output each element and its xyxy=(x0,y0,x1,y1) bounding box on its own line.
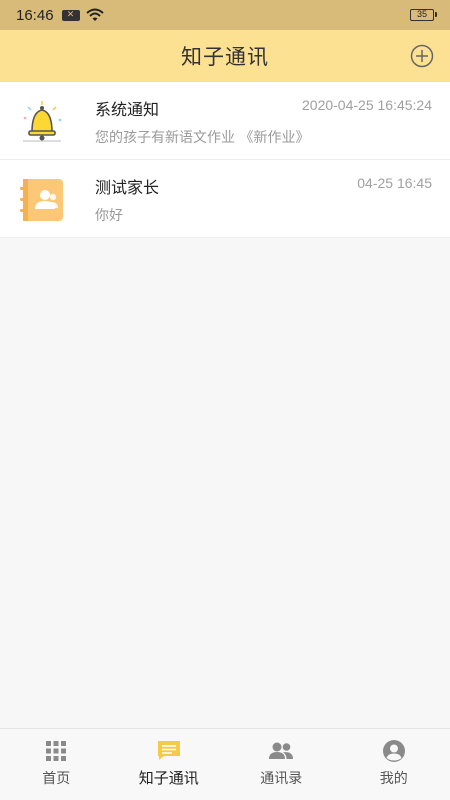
conversation-item-test-parent[interactable]: 测试家长 04-25 16:45 你好 xyxy=(0,160,450,238)
conversation-time: 04-25 16:45 xyxy=(357,175,432,191)
grid-icon xyxy=(46,741,67,761)
status-bar: 16:46 ✕ 35 xyxy=(0,0,450,30)
wifi-icon xyxy=(85,8,104,21)
chat-icon xyxy=(157,741,180,760)
contact-book-icon xyxy=(20,179,63,221)
tab-label: 通讯录 xyxy=(260,771,303,787)
notification-x-icon: ✕ xyxy=(61,9,80,21)
conversation-name: 测试家长 xyxy=(95,178,160,197)
conversation-preview: 你好 xyxy=(95,208,123,224)
conversation-list: 系统通知 2020-04-25 16:45:24 您的孩子有新语文作业 《新作业… xyxy=(0,82,450,238)
app-header: 知子通讯 xyxy=(0,30,450,82)
conversation-item-system-notice[interactable]: 系统通知 2020-04-25 16:45:24 您的孩子有新语文作业 《新作业… xyxy=(0,82,450,160)
bottom-tab-bar: 首页 知子通讯 通讯录 我的 xyxy=(0,728,450,800)
tab-label: 知子通讯 xyxy=(138,769,199,787)
status-time: 16:46 xyxy=(16,6,54,24)
battery-icon: 35 xyxy=(410,9,437,21)
add-circle-icon[interactable] xyxy=(410,44,434,68)
conversation-preview: 您的孩子有新语文作业 《新作业》 xyxy=(95,130,310,146)
tab-contacts[interactable]: 通讯录 xyxy=(225,729,338,800)
contacts-icon xyxy=(269,742,294,759)
conversation-name: 系统通知 xyxy=(95,100,160,119)
conversation-time: 2020-04-25 16:45:24 xyxy=(302,97,432,113)
tab-profile[interactable]: 我的 xyxy=(338,729,450,800)
tab-label: 我的 xyxy=(379,771,408,787)
bell-icon xyxy=(23,101,62,142)
tab-label: 首页 xyxy=(42,771,71,787)
profile-icon xyxy=(382,740,405,762)
tab-home[interactable]: 首页 xyxy=(0,729,113,800)
page-title: 知子通讯 xyxy=(181,45,269,69)
tab-messages[interactable]: 知子通讯 xyxy=(113,729,226,800)
